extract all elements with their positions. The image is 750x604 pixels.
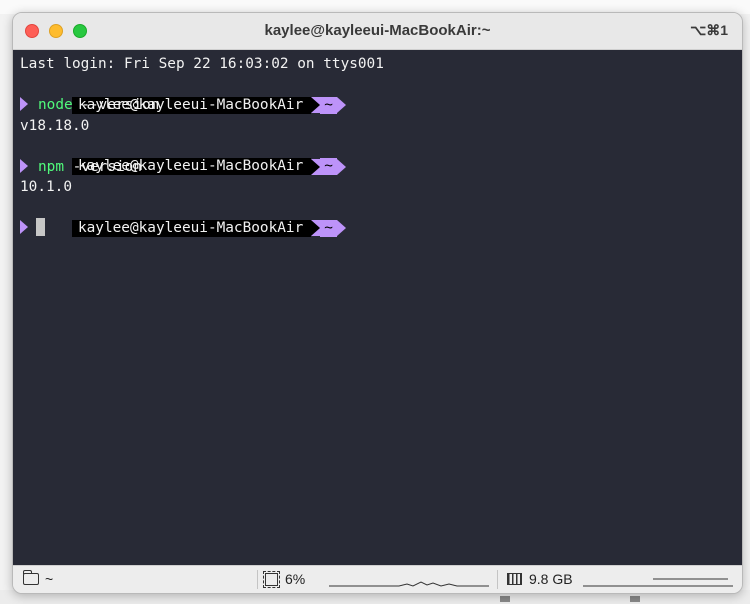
command-name: node xyxy=(38,97,73,113)
memory-status[interactable]: 9.8 GB xyxy=(507,571,573,587)
memory-sparkline xyxy=(583,578,733,587)
input-line[interactable] xyxy=(20,218,742,239)
prompt-chevron-icon xyxy=(20,97,28,111)
cpu-status[interactable]: 6% xyxy=(263,570,306,588)
command-args: --version xyxy=(72,97,160,113)
terminal-window: kaylee@kayleeui-MacBookAir:~ ⌥⌘1 Last lo… xyxy=(12,12,743,594)
directory-status-label: ~ xyxy=(45,571,54,587)
cpu-sparkline xyxy=(329,581,489,587)
window-shortcut: ⌥⌘1 xyxy=(690,22,728,38)
directory-status[interactable]: ~ xyxy=(22,570,54,587)
memory-icon xyxy=(507,573,522,585)
command-output: 10.1.0 xyxy=(20,179,72,195)
background-icon xyxy=(630,596,640,602)
prompt-chevron-icon xyxy=(20,220,28,234)
prompt-line: kaylee@kayleeui-MacBookAir ~ xyxy=(20,75,742,114)
prompt-line: kaylee@kayleeui-MacBookAir ~ xyxy=(20,136,742,175)
command-name: npm xyxy=(38,158,64,175)
prompt-line: kaylee@kayleeui-MacBookAir ~ xyxy=(20,198,742,237)
command-line: npm -version xyxy=(20,157,742,178)
text-cursor xyxy=(36,218,45,236)
title-bar[interactable]: kaylee@kayleeui-MacBookAir:~ ⌥⌘1 xyxy=(13,13,742,50)
memory-status-label: 9.8 GB xyxy=(529,571,573,587)
status-divider xyxy=(497,570,498,589)
command-args: -version xyxy=(64,158,142,175)
prompt-chevron-icon xyxy=(20,158,28,173)
folder-icon xyxy=(22,570,39,585)
command-line: node --version xyxy=(20,95,742,116)
status-bar: ~ 6% 9.8 GB xyxy=(13,565,742,593)
window-title: kaylee@kayleeui-MacBookAir:~ xyxy=(264,22,491,39)
last-login-line: Last login: Fri Sep 22 16:03:02 on ttys0… xyxy=(20,56,384,72)
command-output: v18.18.0 xyxy=(20,117,90,134)
status-divider xyxy=(257,570,258,589)
background-icon xyxy=(500,596,510,602)
terminal-area[interactable]: Last login: Fri Sep 22 16:03:02 on ttys0… xyxy=(13,50,742,565)
cpu-status-label: 6% xyxy=(285,571,306,587)
cpu-icon xyxy=(263,570,280,588)
